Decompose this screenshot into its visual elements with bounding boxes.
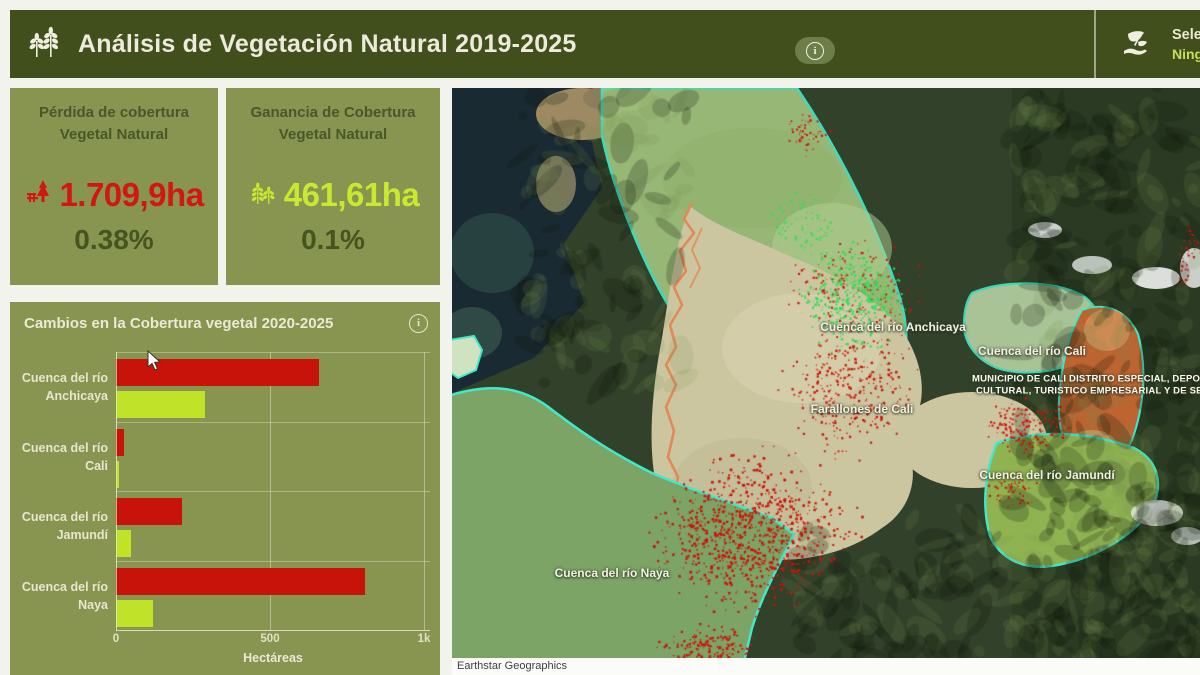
map-region-label: Cuenca del río Cali <box>978 344 1086 358</box>
chart-category-label: Cuenca del ríoNaya <box>10 578 108 614</box>
loss-card-title: Pérdida de cobertura Vegetal Natural <box>10 102 218 146</box>
loss-card: Pérdida de cobertura Vegetal Natural 1.7… <box>10 88 218 285</box>
map-region-label: CULTURAL, TURISTICO EMPRESARIAL Y DE SER… <box>976 386 1200 397</box>
map-attribution: Earthstar Geographics <box>452 658 1200 675</box>
gain-percent: 0.1% <box>226 224 440 256</box>
map-region-label: Farallones de Cali <box>811 402 914 416</box>
info-icon: i <box>806 42 824 60</box>
wheat-icon <box>24 23 62 66</box>
map-region-label: Cuenca del río Anchicaya <box>820 320 966 334</box>
chart-y-axis <box>116 352 117 630</box>
loss-value: 1.709,9ha <box>59 176 203 214</box>
bar-gain[interactable] <box>116 391 205 418</box>
header-divider <box>1094 10 1096 78</box>
chart-category-label: Cuenca del ríoJamundí <box>10 508 108 544</box>
gain-value: 461,61ha <box>284 176 419 214</box>
chart-x-tick: 0 <box>113 633 119 645</box>
chart-category-labels: Cuenca del ríoAnchicaya Cuenca del ríoCal… <box>10 352 108 630</box>
selection-control[interactable]: Seleccio Ninguna <box>1106 10 1200 78</box>
gain-card-title: Ganancia de Cobertura Vegetal Natural <box>226 102 440 146</box>
chart-x-axis-label: Hectáreas <box>116 651 430 665</box>
map-region-label: Cuenca del río Naya <box>555 566 670 580</box>
chart-title: Cambios en la Cobertura vegetal 2020-202… <box>24 315 333 332</box>
loss-percent: 0.38% <box>10 224 218 256</box>
chart-plot-area <box>116 352 430 630</box>
bar-loss[interactable] <box>116 568 365 595</box>
chart-row <box>116 561 430 632</box>
chart-category-label: Cuenca del ríoCali <box>10 439 108 475</box>
bar-gain[interactable] <box>116 600 153 627</box>
selection-text: Seleccio Ninguna <box>1172 27 1200 62</box>
selection-value: Ninguna <box>1172 46 1200 62</box>
hand-plant-icon <box>1114 20 1158 69</box>
chart-panel: Cambios en la Cobertura vegetal 2020-202… <box>10 302 440 675</box>
mouse-cursor <box>146 350 164 377</box>
map[interactable]: Cuenca del río Anchicaya Cuenca del río C… <box>452 88 1200 658</box>
felled-tree-icon <box>24 178 54 213</box>
bar-loss[interactable] <box>116 498 182 525</box>
chart-info-button[interactable]: i <box>409 314 428 333</box>
wheat-icon <box>247 177 279 214</box>
chart-category-label: Cuenca del ríoAnchicaya <box>10 369 108 405</box>
header: Análisis de Vegetación Natural 2019-2025… <box>10 10 1200 78</box>
chart-x-tick: 500 <box>260 633 279 645</box>
chart-x-axis <box>116 630 430 631</box>
chart-row <box>116 491 430 562</box>
bar-loss[interactable] <box>116 429 124 456</box>
selection-label: Seleccio <box>1172 27 1200 43</box>
header-info-button[interactable]: i <box>795 37 835 64</box>
chart-row <box>116 422 430 493</box>
map-region-label: Cuenca del río Jamundí <box>979 468 1114 482</box>
page-title: Análisis de Vegetación Natural 2019-2025 <box>78 30 577 59</box>
bar-gain[interactable] <box>116 530 131 557</box>
gain-card: Ganancia de Cobertura Vegetal Natural <box>226 88 440 285</box>
map-region-label: MUNICIPIO DE CALI DISTRITO ESPECIAL, DEP… <box>972 374 1200 385</box>
chart-x-tick: 1k <box>418 633 431 645</box>
map-labels: Cuenca del río Anchicaya Cuenca del río C… <box>452 88 1200 658</box>
